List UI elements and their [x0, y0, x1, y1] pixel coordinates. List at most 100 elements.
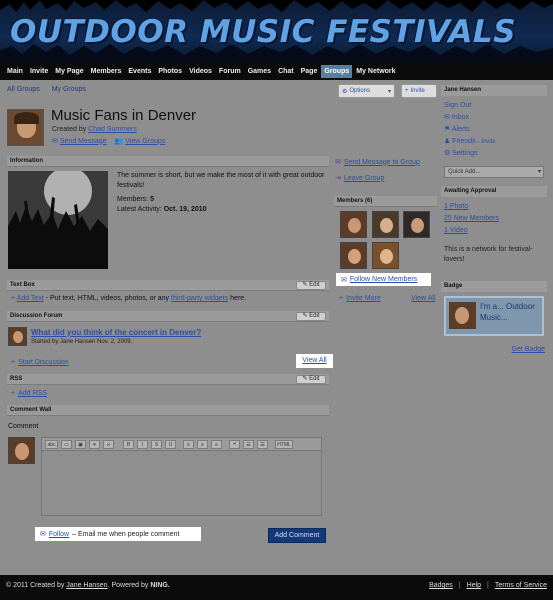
group-description: The summer is short, but we make the mos…	[117, 172, 325, 189]
start-discussion-link[interactable]: + Start Discussion	[11, 359, 69, 366]
format-dropdown-icon[interactable]: ▾	[89, 439, 100, 449]
footer-terms-link[interactable]: Terms of Service	[495, 582, 547, 589]
badge-panel: Badge I'm a... Outdoor Music... Get Badg…	[441, 281, 547, 353]
spellcheck-icon[interactable]: abc	[45, 439, 58, 449]
nav-my-network[interactable]: My Network	[353, 65, 398, 78]
inbox-link[interactable]: ✉ Inbox	[444, 112, 544, 124]
follow-icon: ✉	[40, 531, 46, 538]
alerts-link[interactable]: ⚑ Alerts	[444, 124, 544, 136]
main-nav: Main Invite My Page Members Events Photo…	[0, 62, 553, 80]
chevron-down-icon: ▾	[537, 169, 541, 175]
friends-link[interactable]: ♟ Friends - Invite	[444, 136, 544, 148]
footer-creator-link[interactable]: Jane Hansen	[66, 582, 107, 589]
ning-logo[interactable]: NING.	[150, 582, 169, 589]
information-text: The summer is short, but we make the mos…	[117, 171, 327, 215]
sign-out-link[interactable]: Sign Out	[444, 100, 544, 112]
forum-view-all-link[interactable]: View All	[296, 354, 333, 368]
member-avatar[interactable]	[372, 242, 399, 269]
textbox-edit-button[interactable]: ✎ Edit	[296, 281, 326, 290]
settings-link[interactable]: ⚙ Settings	[444, 148, 544, 160]
concert-crowd-photo[interactable]	[8, 171, 108, 269]
badge-avatar	[449, 302, 476, 329]
my-groups-link[interactable]: My Groups	[52, 86, 86, 93]
forum-topic-link[interactable]: What did you think of the concert in Den…	[31, 328, 201, 337]
site-title[interactable]: OUTDOOR MUSIC FESTIVALS	[10, 14, 516, 50]
envelope-icon: ✉	[444, 114, 450, 121]
member-avatar[interactable]	[403, 211, 430, 238]
italic-icon[interactable]: I	[137, 439, 148, 449]
get-badge-link[interactable]: Get Badge	[441, 346, 545, 353]
nav-invite[interactable]: Invite	[27, 65, 51, 78]
pencil-icon: ✎	[302, 282, 308, 288]
quick-add-select[interactable]: Quick Add... ▾	[444, 166, 544, 178]
nav-my-page[interactable]: My Page	[52, 65, 86, 78]
invite-button[interactable]: + Invite	[401, 84, 437, 98]
nav-groups[interactable]: Groups	[321, 64, 353, 78]
approval-video-link[interactable]: 1 Video	[444, 225, 544, 237]
align-center-icon[interactable]: ≡	[197, 439, 208, 449]
strikethrough-icon[interactable]: S	[151, 439, 162, 449]
footer-badges-link[interactable]: Badges	[429, 582, 453, 589]
all-groups-link[interactable]: All Groups	[7, 86, 40, 93]
creator-link[interactable]: Chad Summers	[88, 126, 137, 133]
leave-group-link[interactable]: ⇥ Leave Group	[335, 174, 384, 183]
information-heading: Information	[7, 156, 329, 167]
invite-more-link[interactable]: + Invite More	[339, 295, 381, 302]
nav-videos[interactable]: Videos	[186, 65, 215, 78]
follow-new-members-link[interactable]: ✉ Follow New Members	[336, 273, 431, 286]
footer-help-link[interactable]: Help	[467, 582, 481, 589]
nav-events[interactable]: Events	[125, 65, 154, 78]
approval-members-link[interactable]: 25 New Members	[444, 213, 544, 225]
plus-icon: +	[11, 295, 16, 302]
nav-photos[interactable]: Photos	[155, 65, 185, 78]
member-avatar[interactable]	[340, 242, 367, 269]
view-groups-action[interactable]: 👥 View Groups	[115, 137, 166, 146]
link-insert-icon[interactable]: ▭	[61, 439, 72, 449]
bullet-list-icon[interactable]: ☰	[243, 439, 254, 449]
member-avatar[interactable]	[372, 211, 399, 238]
comment-textarea[interactable]	[41, 451, 322, 516]
nav-chat[interactable]: Chat	[275, 65, 297, 78]
send-message-action[interactable]: ✉ Send Message	[52, 137, 107, 146]
topic-author-avatar[interactable]	[8, 327, 27, 346]
nav-members[interactable]: Members	[88, 65, 125, 78]
approval-photo-link[interactable]: 1 Photo	[444, 201, 544, 213]
send-message-group-link[interactable]: ✉ Send Message to Group	[335, 158, 420, 167]
nav-forum[interactable]: Forum	[216, 65, 244, 78]
awaiting-approval-panel: Awaiting Approval 1 Photo 25 New Members…	[441, 186, 547, 269]
textbox-heading: Text Box ✎ Edit	[7, 280, 329, 291]
comment-wall-heading: Comment Wall	[7, 405, 329, 416]
latest-activity-row: Latest Activity: Oct. 19, 2010	[117, 206, 207, 213]
follow-comments-link[interactable]: Follow	[49, 531, 69, 538]
html-mode-icon[interactable]: HTML	[275, 439, 293, 449]
nav-page[interactable]: Page	[298, 65, 321, 78]
align-left-icon[interactable]: ≡	[183, 439, 194, 449]
nav-main[interactable]: Main	[4, 65, 26, 78]
add-rss-link[interactable]: + Add RSS	[11, 390, 47, 397]
rss-heading: RSS ✎ Edit	[7, 374, 329, 385]
members-heading: Members (6)	[334, 196, 437, 207]
add-text-link[interactable]: Add Text	[17, 295, 44, 302]
bold-icon[interactable]: B	[123, 439, 134, 449]
members-view-all-link[interactable]: View All	[411, 295, 435, 302]
align-right-icon[interactable]: ≡	[211, 439, 222, 449]
forum-edit-button[interactable]: ✎ Edit	[296, 312, 326, 321]
underline-icon[interactable]: U	[165, 439, 176, 449]
quote-icon[interactable]: ❝	[229, 439, 240, 449]
third-party-widgets-link[interactable]: third-party widgets	[171, 295, 228, 302]
nav-games[interactable]: Games	[245, 65, 274, 78]
person-icon: ♟	[444, 138, 451, 145]
alert-icon: ⚑	[444, 126, 451, 133]
follow-comments-row: ✉ Follow – Email me when people comment	[35, 527, 201, 541]
member-avatar[interactable]	[340, 211, 367, 238]
rss-edit-button[interactable]: ✎ Edit	[296, 375, 326, 384]
group-created-by: Created by Chad Summers	[52, 126, 137, 133]
options-button[interactable]: ⚙ Options ▾	[338, 84, 395, 98]
hyperlink-icon[interactable]: ∞	[103, 439, 114, 449]
numbered-list-icon[interactable]: ☰	[257, 439, 268, 449]
group-creator-avatar[interactable]	[7, 109, 44, 146]
add-comment-button[interactable]: Add Comment	[268, 528, 326, 543]
commenter-avatar	[8, 437, 35, 464]
member-badge[interactable]: I'm a... Outdoor Music...	[444, 296, 544, 336]
image-insert-icon[interactable]: ▣	[75, 439, 86, 449]
